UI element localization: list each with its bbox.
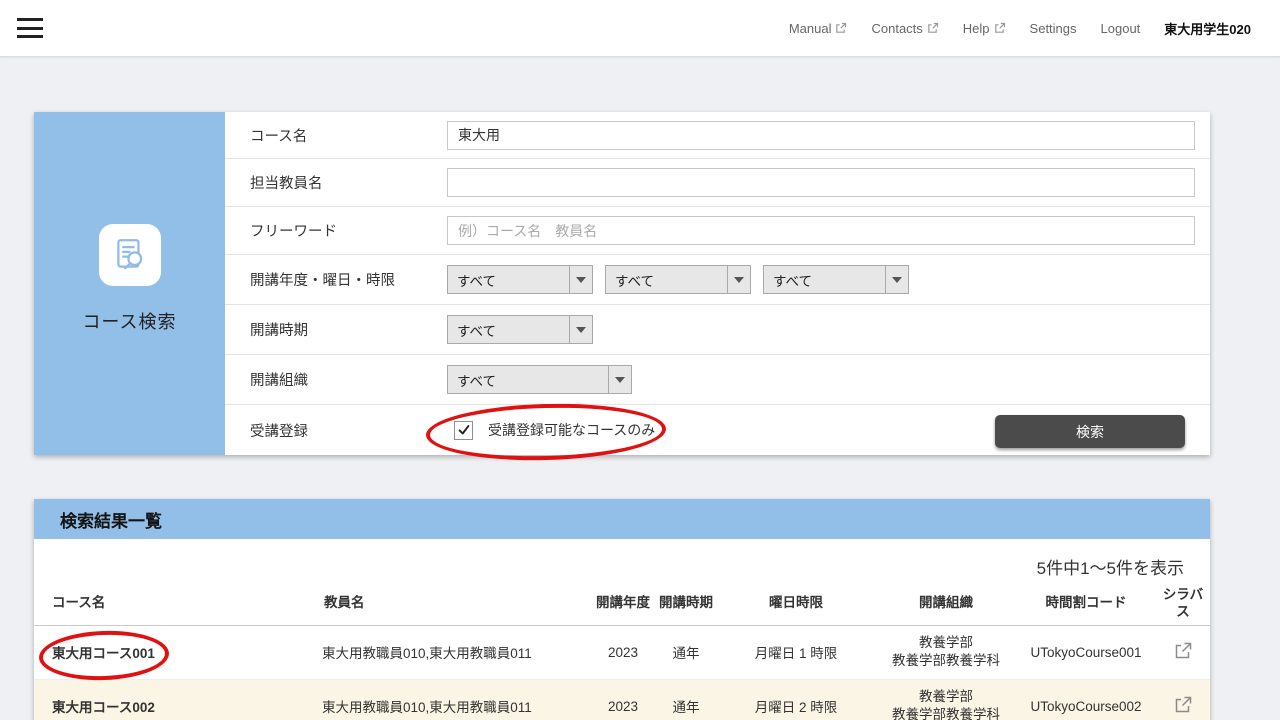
organization-cell: 教養学部 教養学部教養学科	[876, 679, 1016, 720]
results-table: コース名 教員名 開講年度 開講時期 曜日時限 開講組織 時間割コード シラバス…	[34, 583, 1210, 720]
term-label: 開講時期	[225, 319, 447, 340]
logged-in-username: 東大用学生020	[1164, 19, 1251, 38]
year-select-value: すべて	[448, 270, 569, 290]
form-row-free-word: フリーワード	[225, 207, 1210, 255]
organization-label: 開講組織	[225, 369, 447, 390]
term-select[interactable]: すべて	[447, 315, 593, 344]
course-name-link[interactable]: 東大用コース001	[34, 625, 322, 679]
period-select[interactable]: すべて	[763, 265, 909, 294]
checkbox-checked-icon	[454, 421, 473, 440]
col-timetable-code: 時間割コード	[1016, 583, 1156, 625]
day-select[interactable]: すべて	[605, 265, 751, 294]
period-select-value: すべて	[764, 270, 885, 290]
results-header: 検索結果一覧	[34, 499, 1210, 539]
teachers-cell: 東大用教職員010,東大用教職員011	[322, 625, 590, 679]
col-teacher-name: 教員名	[322, 583, 590, 625]
organization-select-value: すべて	[448, 370, 608, 390]
free-word-input[interactable]	[447, 216, 1195, 245]
nav-logout[interactable]: Logout	[1101, 21, 1141, 36]
search-button[interactable]: 検索	[995, 415, 1185, 448]
course-search-sidebar: コース検索	[34, 112, 225, 455]
timetable-code-cell: UTokyoCourse001	[1016, 625, 1156, 679]
year-cell: 2023	[590, 679, 656, 720]
search-panel-title: コース検索	[82, 308, 176, 334]
nav-manual[interactable]: Manual	[789, 21, 848, 36]
syllabus-cell	[1156, 679, 1210, 720]
registration-label: 受講登録	[225, 420, 447, 441]
nav-logout-label: Logout	[1101, 21, 1141, 36]
timetable-code-cell: UTokyoCourse002	[1016, 679, 1156, 720]
organization-line: 教養学部	[876, 688, 1016, 706]
chevron-down-icon	[569, 266, 592, 293]
search-results-panel: 検索結果一覧 5件中1〜5件を表示 コース名 教員名 開講年度 開講時期 曜日時…	[34, 499, 1210, 720]
col-day-period: 曜日時限	[716, 583, 876, 625]
chevron-down-icon	[885, 266, 908, 293]
registrable-only-label: 受講登録可能なコースのみ	[488, 420, 655, 440]
day-select-value: すべて	[606, 270, 727, 290]
registrable-only-checkbox[interactable]: 受講登録可能なコースのみ	[447, 420, 655, 440]
year-cell: 2023	[590, 625, 656, 679]
teacher-name-label: 担当教員名	[225, 172, 447, 193]
nav-contacts-label: Contacts	[871, 21, 922, 36]
day-period-cell: 月曜日 2 時限	[716, 679, 876, 720]
course-name-link[interactable]: 東大用コース002	[34, 679, 322, 720]
year-select[interactable]: すべて	[447, 265, 593, 294]
results-count: 5件中1〜5件を表示	[34, 539, 1210, 579]
nav-help[interactable]: Help	[963, 21, 1006, 36]
top-bar: Manual Contacts Help Settings Logout 東大用…	[0, 0, 1280, 57]
col-syllabus: シラバス	[1156, 583, 1210, 625]
nav-help-label: Help	[963, 21, 990, 36]
nav-contacts[interactable]: Contacts	[871, 21, 938, 36]
term-select-value: すべて	[448, 320, 569, 340]
top-nav: Manual Contacts Help Settings Logout 東大用…	[789, 19, 1280, 38]
organization-cell: 教養学部 教養学部教養学科	[876, 625, 1016, 679]
organization-line: 教養学部教養学科	[876, 652, 1016, 670]
table-row: 東大用コース002 東大用教職員010,東大用教職員011 2023 通年 月曜…	[34, 679, 1210, 720]
organization-line: 教養学部教養学科	[876, 706, 1016, 720]
free-word-label: フリーワード	[225, 220, 447, 241]
form-row-term: 開講時期 すべて	[225, 305, 1210, 355]
results-title: 検索結果一覧	[34, 507, 162, 532]
col-organization: 開講組織	[876, 583, 1016, 625]
course-search-panel: コース検索 コース名 担当教員名 フリーワード 開講年度・曜日・時限 すべて	[34, 112, 1210, 455]
results-table-header-row: コース名 教員名 開講年度 開講時期 曜日時限 開講組織 時間割コード シラバス	[34, 583, 1210, 625]
course-name-label: コース名	[225, 125, 447, 146]
col-course-name: コース名	[34, 583, 322, 625]
form-row-year-day-period: 開講年度・曜日・時限 すべて すべて すべて	[225, 255, 1210, 305]
nav-settings-label: Settings	[1030, 21, 1077, 36]
nav-settings[interactable]: Settings	[1030, 21, 1077, 36]
course-search-form: コース名 担当教員名 フリーワード 開講年度・曜日・時限 すべて	[225, 112, 1210, 455]
col-year: 開講年度	[590, 583, 656, 625]
external-link-icon	[927, 22, 939, 34]
course-name-input[interactable]	[447, 121, 1195, 150]
table-row: 東大用コース001 東大用教職員010,東大用教職員011 2023 通年 月曜…	[34, 625, 1210, 679]
chevron-down-icon	[727, 266, 750, 293]
form-row-organization: 開講組織 すべて	[225, 355, 1210, 405]
form-row-teacher-name: 担当教員名	[225, 159, 1210, 207]
term-cell: 通年	[656, 625, 716, 679]
form-row-registration: 受講登録 受講登録可能なコースのみ 検索	[225, 405, 1210, 455]
teachers-cell: 東大用教職員010,東大用教職員011	[322, 679, 590, 720]
year-day-period-label: 開講年度・曜日・時限	[225, 269, 447, 290]
term-cell: 通年	[656, 679, 716, 720]
organization-select[interactable]: すべて	[447, 365, 632, 394]
day-period-cell: 月曜日 1 時限	[716, 625, 876, 679]
external-link-icon	[994, 22, 1006, 34]
nav-manual-label: Manual	[789, 21, 832, 36]
course-search-icon	[99, 224, 161, 286]
teacher-name-input[interactable]	[447, 168, 1195, 197]
organization-line: 教養学部	[876, 634, 1016, 652]
external-link-icon	[835, 22, 847, 34]
form-row-course-name: コース名	[225, 112, 1210, 159]
chevron-down-icon	[608, 366, 631, 393]
syllabus-cell	[1156, 625, 1210, 679]
chevron-down-icon	[569, 316, 592, 343]
syllabus-external-link-icon[interactable]	[1173, 695, 1193, 715]
syllabus-external-link-icon[interactable]	[1173, 641, 1193, 661]
col-term: 開講時期	[656, 583, 716, 625]
hamburger-menu-icon[interactable]	[16, 17, 44, 39]
